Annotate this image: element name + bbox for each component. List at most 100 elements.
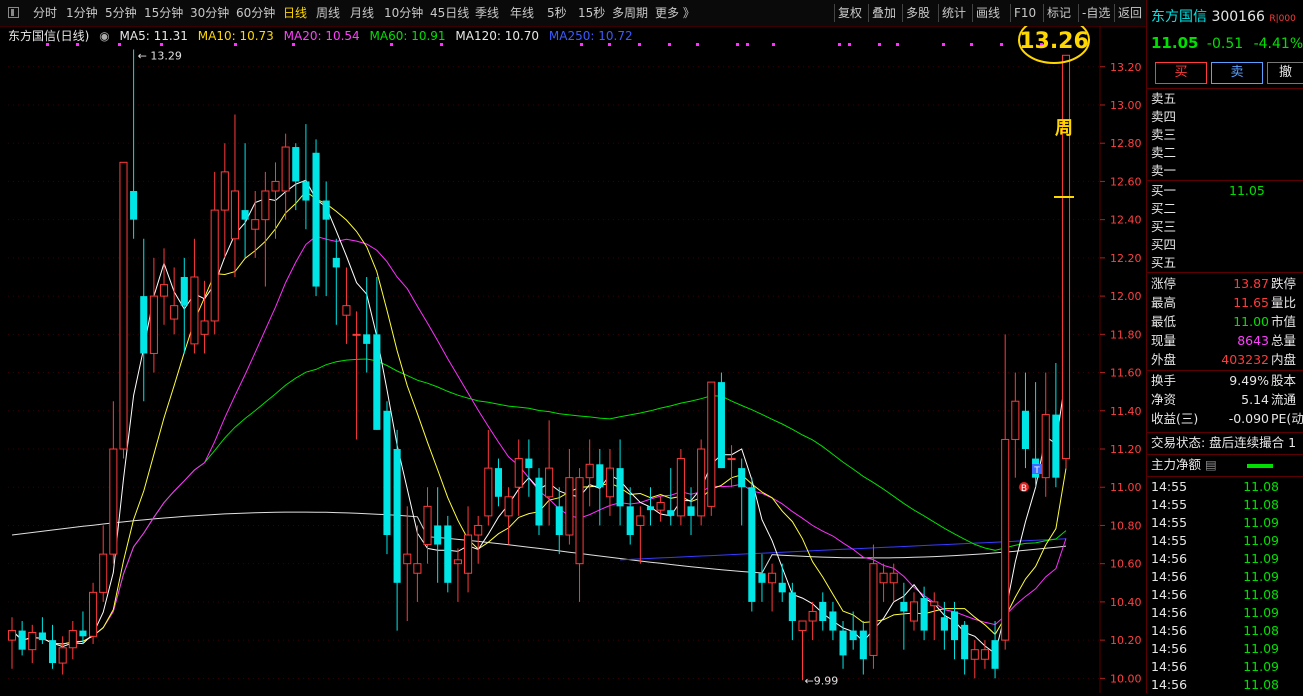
y-tick-label: 10.20 bbox=[1110, 634, 1142, 647]
marker-dot bbox=[234, 43, 237, 46]
period-tab-11[interactable]: 季线 bbox=[475, 4, 499, 22]
stat2-right-label: 股本 bbox=[1271, 373, 1297, 388]
candle-down bbox=[788, 592, 796, 622]
tool-tab-2[interactable]: 多股 bbox=[906, 4, 930, 22]
tick-time: 14:55 bbox=[1151, 497, 1188, 512]
y-tick-label: 10.80 bbox=[1110, 519, 1142, 532]
tick-price: 11.09 bbox=[1243, 605, 1279, 620]
tool-tab-1[interactable]: 叠加 bbox=[872, 4, 896, 22]
week-label: 周 bbox=[1055, 118, 1073, 139]
candle-up bbox=[879, 572, 888, 584]
marker-dot bbox=[772, 43, 775, 46]
candle-up bbox=[1001, 438, 1010, 641]
candle-up bbox=[889, 572, 898, 584]
buy-button[interactable]: 买 bbox=[1155, 62, 1207, 84]
y-tick-label: 10.00 bbox=[1110, 672, 1142, 685]
candle-down bbox=[292, 147, 300, 182]
marker-dot bbox=[848, 43, 851, 46]
panel-toggle-icon[interactable] bbox=[8, 7, 19, 18]
period-tab-14[interactable]: 15秒 bbox=[578, 4, 605, 22]
period-tab-1[interactable]: 1分钟 bbox=[66, 4, 98, 22]
period-tab-10[interactable]: 45日线 bbox=[430, 4, 469, 22]
stat-right-label: 总量 bbox=[1271, 333, 1297, 348]
candle-up bbox=[159, 284, 169, 297]
toolbar-divider bbox=[938, 4, 939, 22]
period-tab-8[interactable]: 月线 bbox=[350, 4, 374, 22]
y-tick-label: 11.20 bbox=[1110, 443, 1142, 456]
candle-up bbox=[768, 572, 777, 584]
candle-up bbox=[200, 320, 209, 335]
tick-time: 14:56 bbox=[1151, 623, 1188, 638]
tick-time: 14:55 bbox=[1151, 533, 1188, 548]
current-price: 11.05 bbox=[1151, 34, 1199, 52]
y-tick-label: 12.00 bbox=[1110, 290, 1142, 303]
stat-value: 11.00 bbox=[1233, 314, 1269, 329]
stat-right-label: 量比 bbox=[1271, 295, 1297, 310]
tick-price: 11.09 bbox=[1243, 659, 1279, 674]
candle-down bbox=[363, 334, 371, 344]
y-tick-label: 12.80 bbox=[1110, 137, 1142, 150]
toolbar-divider bbox=[834, 4, 835, 22]
period-tab-12[interactable]: 年线 bbox=[510, 4, 534, 22]
tool-tab-7[interactable]: -自选 bbox=[1082, 4, 1110, 22]
marker-dot bbox=[160, 43, 163, 46]
candle-up bbox=[504, 496, 513, 517]
tool-tab-3[interactable]: 统计 bbox=[942, 4, 966, 22]
candle-down bbox=[900, 601, 908, 612]
candle-down bbox=[687, 506, 695, 516]
cancel-button[interactable]: 撤 bbox=[1267, 62, 1303, 84]
period-tab-2[interactable]: 5分钟 bbox=[105, 4, 137, 22]
stat-label: 最高 bbox=[1151, 295, 1177, 310]
candle-up bbox=[636, 515, 645, 526]
marker-dot bbox=[746, 43, 749, 46]
period-tab-13[interactable]: 5秒 bbox=[547, 4, 567, 22]
candle-up bbox=[281, 146, 290, 192]
tick-price: 11.08 bbox=[1243, 479, 1279, 494]
marker-dot bbox=[46, 43, 49, 46]
candle-down bbox=[241, 210, 249, 220]
tool-tab-8[interactable]: 返回 bbox=[1118, 4, 1142, 22]
period-tab-7[interactable]: 周线 bbox=[316, 4, 340, 22]
candle-up bbox=[149, 295, 158, 354]
tool-tab-0[interactable]: 复权 bbox=[838, 4, 862, 22]
toolbar-divider bbox=[868, 4, 869, 22]
candle-up bbox=[453, 559, 462, 565]
period-tab-6[interactable]: 日线 bbox=[283, 4, 307, 22]
marker-dot bbox=[896, 43, 899, 46]
candle-down bbox=[596, 464, 604, 488]
period-tab-5[interactable]: 60分钟 bbox=[236, 4, 275, 22]
chart-title: 东方国信(日线) bbox=[8, 29, 90, 43]
grid-icon[interactable]: ▤ bbox=[1205, 457, 1217, 472]
candle-up bbox=[1041, 414, 1050, 479]
kline-canvas[interactable]: 13.20 13.00 12.80 12.60 12.40 12.20 12.00 11.80… bbox=[0, 16, 1146, 693]
period-tab-0[interactable]: 分时 bbox=[33, 4, 57, 22]
tick-time: 14:56 bbox=[1151, 605, 1188, 620]
period-tab-15[interactable]: 多周期 bbox=[612, 4, 648, 22]
tool-tab-6[interactable]: 标记 bbox=[1047, 4, 1071, 22]
candle-down bbox=[48, 640, 57, 664]
period-tab-3[interactable]: 15分钟 bbox=[144, 4, 183, 22]
period-tab-9[interactable]: 10分钟 bbox=[384, 4, 423, 22]
sell-button[interactable]: 卖 bbox=[1211, 62, 1263, 84]
ma120-label: MA120: 10.70 bbox=[455, 29, 540, 43]
period-tab-4[interactable]: 30分钟 bbox=[190, 4, 229, 22]
stat2-right-label: 流通 bbox=[1271, 392, 1297, 407]
marker-dot bbox=[580, 43, 583, 46]
tick-time: 14:56 bbox=[1151, 641, 1188, 656]
candle-down bbox=[950, 611, 959, 641]
sell-level-4: 卖四 bbox=[1151, 109, 1177, 124]
kline-chart[interactable]: 13.20 13.00 12.80 12.60 12.40 12.20 12.00 11.80… bbox=[0, 16, 1146, 693]
settings-dot-icon[interactable]: ◉ bbox=[99, 29, 109, 43]
stat-label: 外盘 bbox=[1151, 352, 1177, 367]
y-tick-label: 12.20 bbox=[1110, 252, 1142, 265]
period-tab-16[interactable]: 更多 》 bbox=[655, 4, 695, 22]
tool-tab-4[interactable]: 画线 bbox=[976, 4, 1000, 22]
net-flow-bar bbox=[1246, 463, 1273, 468]
candle-up bbox=[980, 649, 989, 660]
marker-dot bbox=[668, 43, 671, 46]
stat-right-label: 市值 bbox=[1271, 314, 1297, 329]
candle-up bbox=[909, 601, 919, 622]
candle-up bbox=[230, 190, 240, 240]
tool-tab-5[interactable]: F10 bbox=[1014, 4, 1036, 22]
tick-price: 11.09 bbox=[1243, 533, 1279, 548]
